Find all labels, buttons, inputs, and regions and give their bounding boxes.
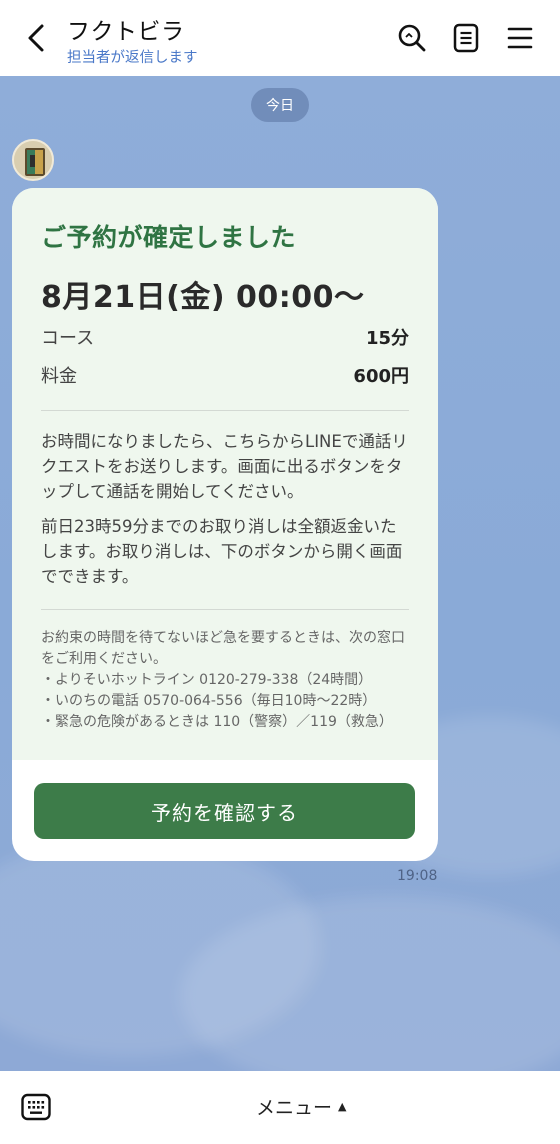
hotline-item: ・緊急の危険があるときは 110（警察）／119（救急） <box>41 714 393 730</box>
hotline-item: ・いのちの電話 0570-064-556（毎日10時〜22時） <box>41 693 377 709</box>
search-icon <box>398 24 426 52</box>
emergency-note: お約束の時間を待てないほど急を要するときは、次の窓口をご利用ください。 ・よりそ… <box>41 628 413 733</box>
chat-header: フクトビラ 担当者が返信します <box>0 0 560 76</box>
chat-subtitle: 担当者が返信します <box>67 50 198 66</box>
hamburger-icon <box>507 27 533 49</box>
rich-menu-toggle[interactable]: メニュー ▲ <box>256 1091 346 1121</box>
reservation-datetime: 8月21日(金) 00:00〜 <box>41 280 365 315</box>
course-value: 15分 <box>365 328 409 349</box>
notes-icon <box>453 23 479 53</box>
cancellation-policy: 前日23時59分までのお取り消しは全額返金いたします。お取り消しは、下のボタンか… <box>41 517 403 586</box>
confirm-reservation-button[interactable]: 予約を確認する <box>34 783 415 839</box>
menu-label: メニュー <box>256 1096 333 1119</box>
card-heading: ご予約が確定しました <box>41 223 297 252</box>
back-icon <box>28 24 44 52</box>
divider <box>41 410 409 411</box>
menu-button[interactable] <box>502 20 538 56</box>
hotline-item: ・よりそいホットライン 0120-279-338（24時間） <box>41 672 373 688</box>
notes-button[interactable] <box>448 20 484 56</box>
keyboard-button[interactable] <box>20 1091 52 1123</box>
reservation-card: ご予約が確定しました 8月21日(金) 00:00〜 コース 15分 料金 60… <box>12 188 438 861</box>
message-timestamp: 19:08 <box>397 868 438 884</box>
chat-title[interactable]: フクトビラ <box>67 12 185 46</box>
keyboard-icon <box>21 1093 51 1121</box>
fee-value: 600円 <box>353 366 409 387</box>
back-button[interactable] <box>20 20 52 56</box>
chat-footer: メニュー ▲ <box>0 1071 560 1144</box>
course-label: コース <box>41 328 95 349</box>
date-separator: 今日 <box>251 88 309 122</box>
fee-label: 料金 <box>41 366 77 387</box>
call-instructions: お時間になりましたら、こちらからLINEで通話リクエストをお送りします。画面に出… <box>41 432 408 501</box>
card-body: ご予約が確定しました 8月21日(金) 00:00〜 コース 15分 料金 60… <box>12 188 438 760</box>
avatar[interactable] <box>12 139 54 181</box>
caret-up-icon: ▲ <box>338 1099 347 1113</box>
divider <box>41 609 409 610</box>
search-button[interactable] <box>394 20 430 56</box>
emergency-note-intro: お約束の時間を待てないほど急を要するときは、次の窓口をご利用ください。 <box>41 630 405 667</box>
chat-area[interactable]: 今日 ご予約が確定しました 8月21日(金) 00:00〜 コース 15分 料金… <box>0 76 560 1071</box>
